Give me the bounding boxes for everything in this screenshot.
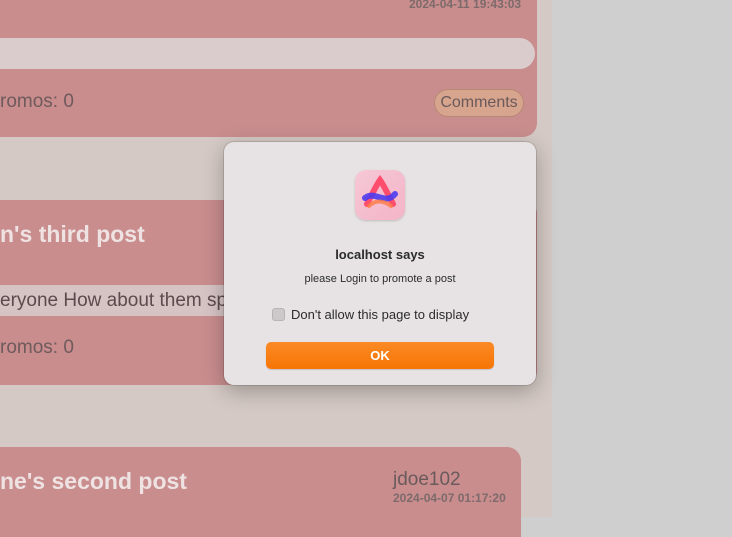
ok-button[interactable]: OK xyxy=(266,342,494,369)
promos-count: romos: 0 xyxy=(0,337,74,358)
dialog-message: please Login to promote a post xyxy=(304,273,456,285)
post-timestamp: 2024-04-11 19:43:03 xyxy=(409,0,522,11)
right-gutter xyxy=(552,0,732,517)
alert-dialog: localhost says please Login to promote a… xyxy=(224,142,536,385)
suppress-dialogs-label[interactable]: Don't allow this page to display xyxy=(291,307,469,322)
post-timestamp: 2024-04-07 01:17:20 xyxy=(393,491,506,505)
promos-count: romos: 0 xyxy=(0,91,74,112)
post-card: 2024-04-11 19:43:03 romos: 0 Comments xyxy=(0,0,537,137)
post-body: eryone How about them sp xyxy=(0,290,228,311)
post-title: n's third post xyxy=(0,221,145,247)
comment-input[interactable] xyxy=(0,38,535,69)
dialog-title: localhost says xyxy=(335,247,425,262)
suppress-dialogs-row[interactable]: Don't allow this page to display xyxy=(272,307,469,322)
suppress-dialogs-checkbox[interactable] xyxy=(272,308,285,321)
arc-browser-icon xyxy=(355,170,405,220)
post-author[interactable]: jdoe102 xyxy=(393,469,461,491)
post-title: ne's second post xyxy=(0,468,187,494)
comments-button[interactable]: Comments xyxy=(434,89,524,117)
